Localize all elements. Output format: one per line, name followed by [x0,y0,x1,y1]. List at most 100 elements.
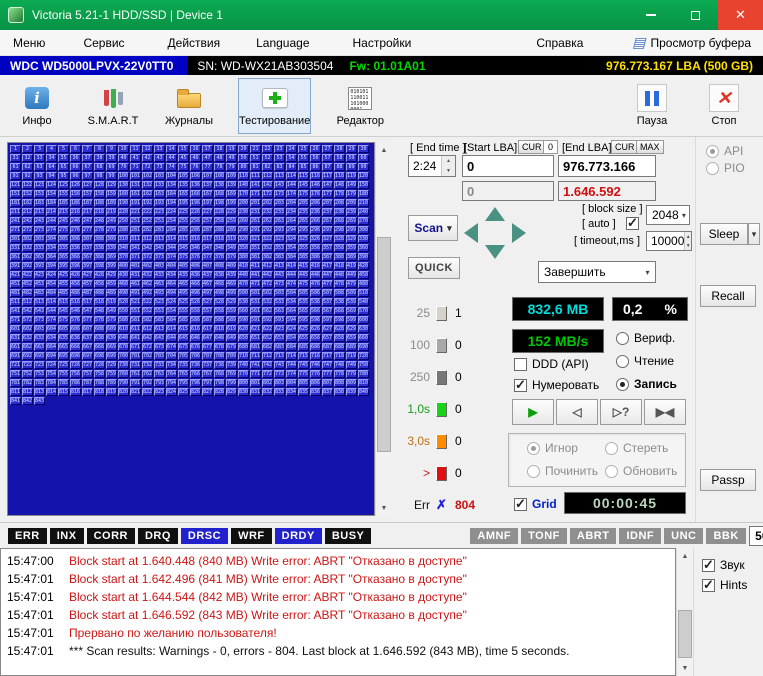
menu-item-1[interactable]: Меню [8,32,50,54]
auto-checkbox[interactable] [626,217,639,230]
scan-block: 833 [274,388,285,396]
sound-checkbox-row[interactable]: Звук [702,558,745,572]
timeout-spinner[interactable]: 10000 [646,231,692,251]
scan-block: 366 [70,253,81,261]
log-output[interactable]: 15:47:00Block start at 1.640.448 (840 MB… [0,548,676,676]
sleep-button[interactable]: Sleep [700,223,748,245]
buffer-view-button[interactable]: Просмотр буфера [632,34,751,51]
scan-block: 240 [358,208,369,216]
scan-block: 540 [358,298,369,306]
step-back-button[interactable]: ◁ [556,399,598,425]
grid-checkbox[interactable] [514,498,527,511]
hints-checkbox-row[interactable]: Hints [702,578,747,592]
sleep-dropdown-button[interactable] [748,223,760,245]
read-radio-row[interactable]: Чтение [616,354,674,368]
jump-end-button[interactable]: ▶◀ [644,399,686,425]
device-model[interactable]: WDC WD5000LPVX-22V0TT0 [0,56,187,75]
log-scroll-down-button[interactable] [677,660,693,676]
ddd-api-row[interactable]: DDD (API) [514,357,589,371]
smart-toolbar-button[interactable]: S.M.A.R.T [86,78,140,134]
spin-up-icon[interactable] [685,232,691,241]
scan-block: 23 [274,145,285,153]
log-scroll-thumb[interactable] [678,610,692,658]
spin-down-icon[interactable] [685,241,691,250]
menu-item-4[interactable]: Language [251,32,314,54]
menu-item-2[interactable]: Сервис [78,32,129,54]
scan-block: 413 [274,262,285,270]
verify-radio-row[interactable]: Вериф. [616,331,675,345]
scan-block: 738 [214,361,225,369]
scan-block: 642 [142,334,153,342]
log-scroll-up-button[interactable] [677,548,693,564]
scan-block: 115 [298,172,309,180]
grid-checkbox-row[interactable]: Grid [514,497,557,511]
end-lba-input[interactable]: 976.773.166 [558,155,656,177]
write-radio[interactable] [616,378,629,391]
scan-block: 145 [298,181,309,189]
pause-button[interactable]: Пауза [625,78,679,134]
log-timestamp: 15:47:01 [7,606,69,624]
scan-block: 798 [214,379,225,387]
scan-block: 391 [10,262,21,270]
passp-button[interactable]: Passp [700,469,756,491]
editor-toolbar-button[interactable]: 010101110011101000 0001Редактор [333,78,387,134]
stop-button[interactable]: Стоп [697,78,751,134]
menu-item-3[interactable]: Действия [163,32,226,54]
map-scrollbar[interactable] [375,142,392,516]
start-cur-button[interactable]: CUR [518,140,546,154]
scan-block: 18 [214,145,225,153]
numerate-row[interactable]: Нумеровать [514,378,599,392]
log-scrollbar[interactable] [676,548,693,676]
dpad-up-button[interactable] [485,207,505,221]
read-radio[interactable] [616,355,629,368]
verify-radio[interactable] [616,332,629,345]
scan-block: 565 [298,307,309,315]
dpad-down-button[interactable] [485,245,505,259]
scan-block: 729 [106,361,117,369]
start-lba-input[interactable]: 0 [462,155,554,177]
scan-block: 780 [358,370,369,378]
play-button[interactable]: ▶ [512,399,554,425]
step-forward-button[interactable]: ▷? [600,399,642,425]
quick-button[interactable]: QUICK [408,257,460,279]
recall-button[interactable]: Recall [700,285,756,307]
pio-radio-row: PIO [706,161,745,175]
sound-checkbox[interactable] [702,559,715,572]
write-radio-row[interactable]: Запись [616,377,677,391]
scan-block: 714 [286,352,297,360]
menu-item-6[interactable]: Справка [531,32,588,54]
spin-down-icon[interactable] [442,166,455,176]
dpad-right-button[interactable] [512,223,526,243]
scan-block: 298 [334,226,345,234]
test-tube [104,90,109,106]
ddd-api-checkbox[interactable] [514,358,527,371]
hints-checkbox[interactable] [702,579,715,592]
spin-up-icon[interactable] [442,156,455,166]
scan-block: 94 [46,172,57,180]
minimize-button[interactable] [628,0,673,30]
scan-button[interactable]: Scan [408,215,458,241]
scan-block: 163 [154,190,165,198]
scan-block: 552 [142,307,153,315]
block-size-select[interactable]: 2048 [646,205,690,225]
end-max-button[interactable]: MAX [636,140,664,154]
info-toolbar-button[interactable]: Инфо [10,78,64,134]
logs-toolbar-button[interactable]: Журналы [162,78,216,134]
map-scroll-down-button[interactable] [376,500,392,516]
numerate-checkbox[interactable] [514,379,527,392]
scan-block: 357 [322,244,333,252]
map-scroll-thumb[interactable] [377,237,391,452]
end-cur-button[interactable]: CUR [611,140,639,154]
dpad-left-button[interactable] [464,223,478,243]
map-scroll-up-button[interactable] [376,142,392,158]
start-cur-value[interactable]: 0 [543,140,558,154]
test-toolbar-button[interactable]: Тестирование [238,78,311,134]
maximize-button[interactable] [673,0,718,30]
close-button[interactable] [718,0,763,30]
scan-block: 765 [178,370,189,378]
scan-block: 98 [94,172,105,180]
scan-block: 706 [190,352,201,360]
menu-item-5[interactable]: Настройки [348,32,417,54]
action-select[interactable]: Завершить [538,261,656,283]
end-time-spinner[interactable]: 2:24 [408,155,456,177]
